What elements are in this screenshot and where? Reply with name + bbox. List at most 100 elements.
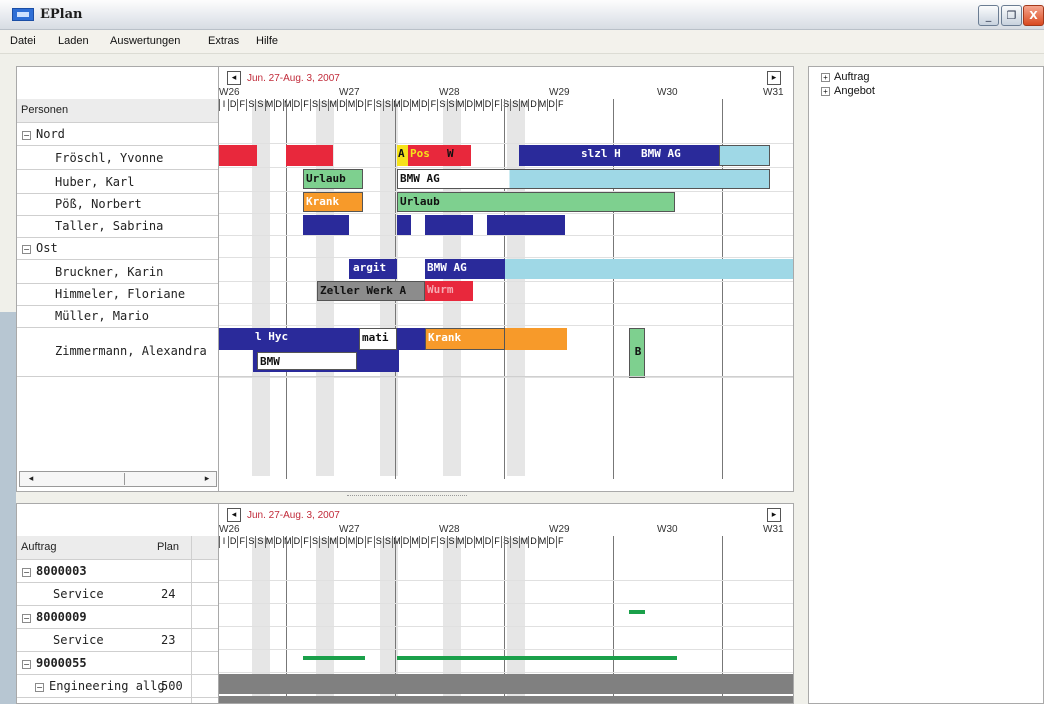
schedule-bar[interactable]: Zeller Werk A bbox=[317, 281, 425, 301]
schedule-bar[interactable]: Pos bbox=[408, 145, 445, 166]
schedule-bar[interactable]: slzl H bbox=[579, 145, 639, 166]
person-row[interactable]: Taller, Sabrina bbox=[17, 215, 218, 238]
plan-bar[interactable] bbox=[219, 674, 793, 694]
schedule-bar[interactable]: A bbox=[397, 145, 408, 166]
prev-period-icon-bottom[interactable]: ◂ bbox=[227, 508, 241, 522]
day-label: D bbox=[291, 99, 301, 111]
order-task: Engineering allg bbox=[49, 679, 165, 693]
expand-toggle-icon[interactable]: + bbox=[821, 87, 830, 96]
schedule-bar[interactable] bbox=[505, 328, 567, 350]
order-row[interactable]: Service 24 bbox=[17, 583, 218, 606]
schedule-bar[interactable] bbox=[286, 145, 333, 166]
schedule-bar[interactable] bbox=[519, 145, 579, 166]
schedule-bar[interactable]: Krank bbox=[303, 192, 363, 212]
right-tree-panel: + Auftrag + Angebot bbox=[808, 66, 1044, 704]
day-label: S bbox=[246, 99, 255, 111]
tree-item[interactable]: + Angebot bbox=[821, 85, 875, 97]
day-label: M bbox=[473, 536, 483, 548]
menu-laden[interactable]: Laden bbox=[58, 35, 89, 47]
day-label: F bbox=[492, 99, 501, 111]
schedule-bar[interactable]: Krank bbox=[425, 328, 505, 350]
person-row[interactable]: Fröschl, Yvonne bbox=[17, 147, 218, 170]
window-title: EPlan bbox=[40, 7, 83, 22]
schedule-bar[interactable] bbox=[219, 145, 257, 166]
scroll-left-icon[interactable]: ◂ bbox=[24, 472, 38, 486]
plan-bar[interactable] bbox=[303, 656, 365, 660]
group-row[interactable]: − Ost bbox=[17, 237, 218, 260]
person-row[interactable]: Zimmermann, Alexandra bbox=[17, 327, 218, 377]
day-label: D bbox=[482, 536, 492, 548]
menu-extras[interactable]: Extras bbox=[208, 35, 239, 47]
tree-item[interactable]: + Auftrag bbox=[821, 71, 869, 83]
plan-bar[interactable] bbox=[397, 656, 677, 660]
person-row[interactable]: Himmeler, Floriane bbox=[17, 283, 218, 306]
vertical-splitter[interactable] bbox=[794, 66, 808, 704]
schedule-bar[interactable]: argit bbox=[351, 259, 399, 279]
restore-button[interactable]: ❐ bbox=[1001, 5, 1022, 26]
order-row[interactable]: − Engineering allg 500 bbox=[17, 675, 218, 698]
plan-bar[interactable] bbox=[629, 610, 645, 614]
next-period-icon[interactable]: ▸ bbox=[767, 71, 781, 85]
scroll-right-icon[interactable]: ▸ bbox=[200, 472, 214, 486]
person-row[interactable]: Müller, Mario bbox=[17, 305, 218, 328]
collapse-toggle-icon[interactable]: − bbox=[22, 245, 31, 254]
order-task: Service bbox=[53, 587, 104, 601]
schedule-bar[interactable]: mati bbox=[359, 328, 397, 350]
day-label: S bbox=[446, 99, 456, 111]
person-name: Huber, Karl bbox=[55, 175, 135, 189]
day-label: S bbox=[510, 536, 519, 548]
schedule-bar[interactable]: BMW AG bbox=[425, 259, 505, 279]
person-row[interactable]: Pöß, Norbert bbox=[17, 193, 218, 216]
day-label: I bbox=[219, 99, 228, 111]
order-row[interactable]: 1000 - Arbeit200 bbox=[17, 698, 218, 703]
schedule-bar[interactable] bbox=[505, 259, 793, 279]
close-button[interactable]: X bbox=[1023, 5, 1044, 26]
prev-period-icon[interactable]: ◂ bbox=[227, 71, 241, 85]
schedule-bar[interactable] bbox=[291, 328, 359, 350]
collapse-toggle-icon[interactable]: − bbox=[35, 683, 44, 692]
horizontal-splitter[interactable] bbox=[219, 492, 794, 502]
collapse-toggle-icon[interactable]: − bbox=[22, 614, 31, 623]
schedule-bar[interactable]: Urlaub bbox=[397, 192, 675, 212]
schedule-bar[interactable]: BMW AG bbox=[397, 169, 770, 189]
schedule-bar[interactable]: l Hyc bbox=[253, 328, 291, 350]
day-label: M bbox=[282, 536, 292, 548]
person-row[interactable]: Huber, Karl bbox=[17, 171, 218, 194]
group-row[interactable]: − Nord bbox=[17, 123, 218, 146]
person-name: Taller, Sabrina bbox=[55, 219, 164, 233]
schedule-bar[interactable] bbox=[219, 328, 253, 350]
minimize-button[interactable]: _ bbox=[978, 5, 999, 26]
day-label: S bbox=[501, 99, 510, 111]
schedule-bar[interactable]: Urlaub bbox=[303, 169, 363, 189]
order-group-row[interactable]: −8000003 bbox=[17, 560, 218, 583]
next-period-icon-bottom[interactable]: ▸ bbox=[767, 508, 781, 522]
left-horizontal-scrollbar[interactable]: ◂ ▸ bbox=[19, 471, 217, 487]
schedule-bar[interactable]: B bbox=[629, 328, 645, 378]
collapse-toggle-icon[interactable]: − bbox=[22, 660, 31, 669]
menu-auswertungen[interactable]: Auswertungen bbox=[110, 35, 180, 47]
schedule-bar[interactable]: BMW AG bbox=[639, 145, 719, 166]
schedule-bar[interactable] bbox=[425, 215, 473, 235]
schedule-bar[interactable] bbox=[397, 328, 425, 350]
row-divider bbox=[219, 672, 793, 673]
schedule-bar[interactable]: BMW bbox=[257, 352, 357, 370]
schedule-bar[interactable]: Wurm bbox=[425, 281, 473, 301]
plan-bar[interactable] bbox=[219, 696, 793, 703]
order-group-row[interactable]: −9000055 bbox=[17, 652, 218, 675]
row-divider bbox=[219, 281, 793, 282]
menu-hilfe[interactable]: Hilfe bbox=[256, 35, 278, 47]
collapse-toggle-icon[interactable]: − bbox=[22, 568, 31, 577]
schedule-bar[interactable]: W bbox=[445, 145, 471, 166]
person-row[interactable]: Bruckner, Karin bbox=[17, 261, 218, 284]
schedule-bar[interactable] bbox=[397, 215, 411, 235]
day-label: S bbox=[319, 536, 328, 548]
collapse-toggle-icon[interactable]: − bbox=[22, 131, 31, 140]
order-group-row[interactable]: −8000009 bbox=[17, 606, 218, 629]
schedule-bar[interactable] bbox=[487, 215, 565, 235]
schedule-bar[interactable] bbox=[303, 215, 349, 235]
menu-datei[interactable]: Datei bbox=[10, 35, 36, 47]
order-row[interactable]: Service 23 bbox=[17, 629, 218, 652]
schedule-bar[interactable] bbox=[719, 145, 770, 166]
expand-toggle-icon[interactable]: + bbox=[821, 73, 830, 82]
day-label: F bbox=[237, 99, 246, 111]
